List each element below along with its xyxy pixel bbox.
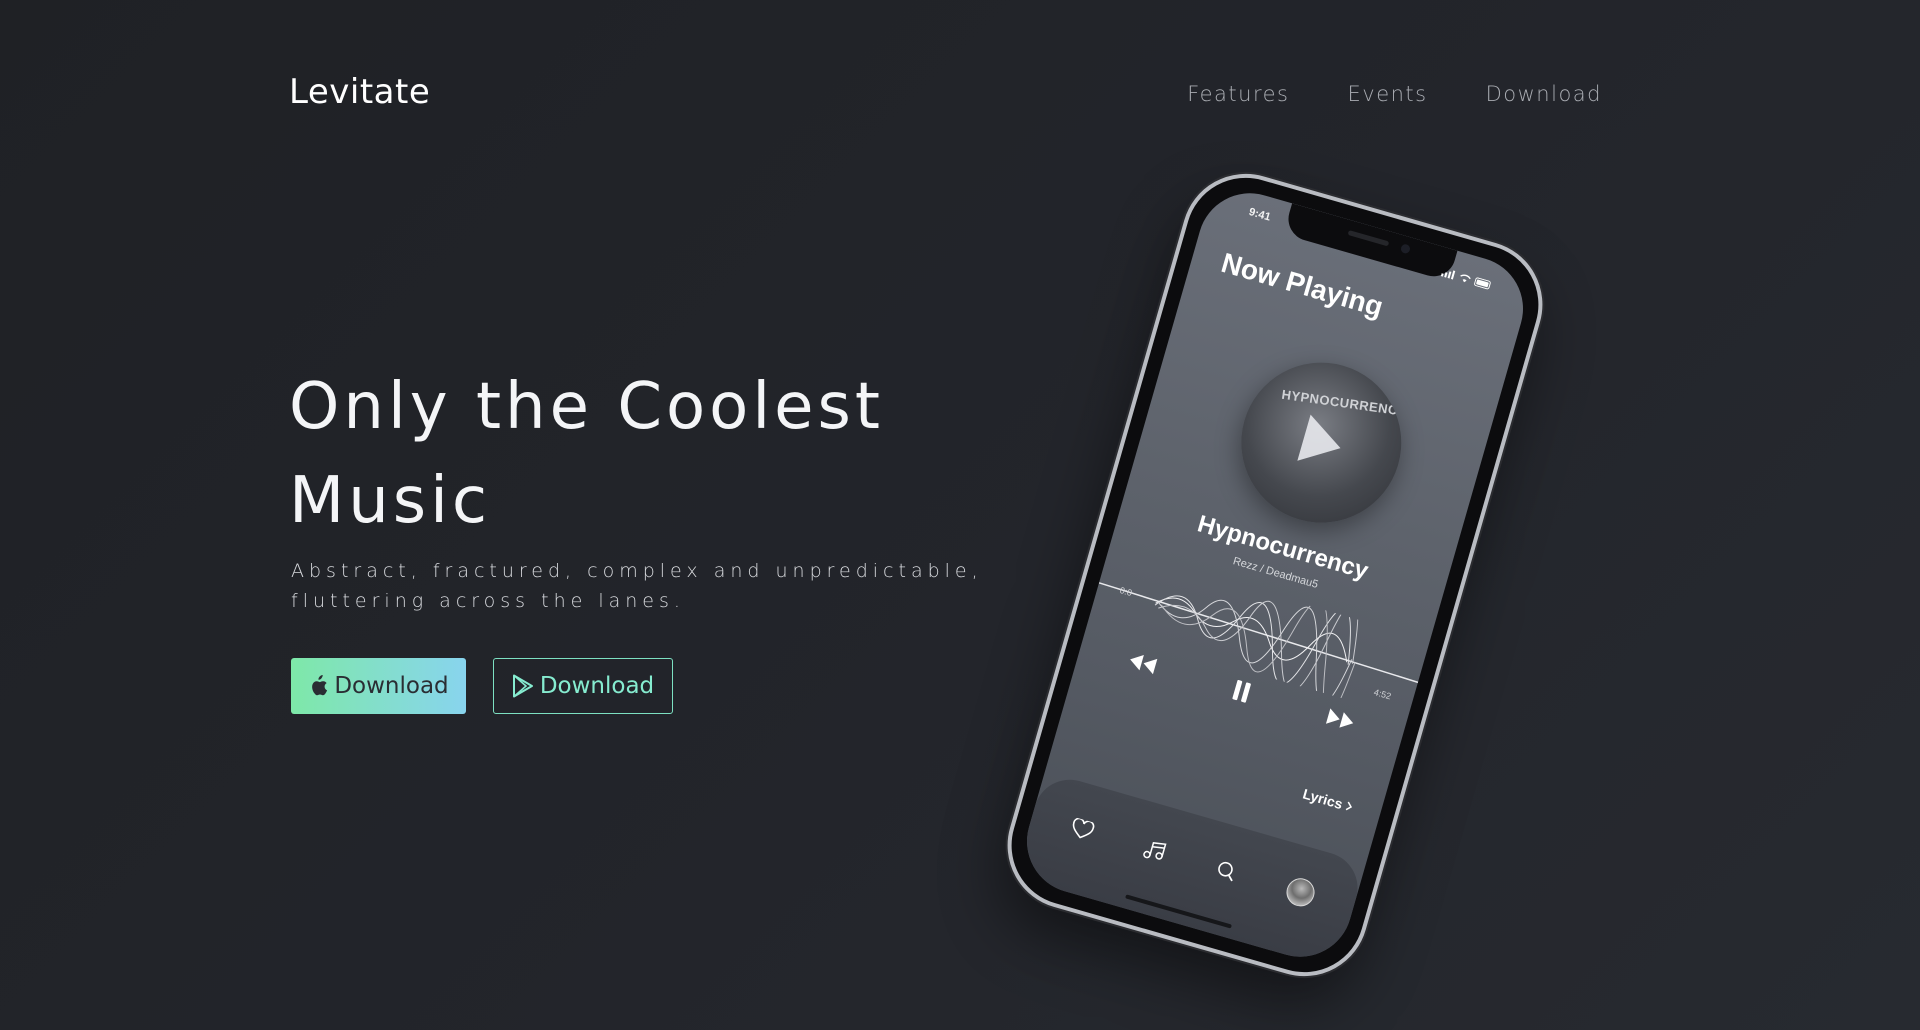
hero-title-line1: Only the Coolest <box>289 370 884 444</box>
play-icon[interactable] <box>1297 414 1348 472</box>
heart-icon[interactable] <box>1069 817 1096 842</box>
google-play-download-label: Download <box>539 673 655 699</box>
wifi-icon <box>1457 269 1473 290</box>
phone-frame: 9:41 Now Playing HYPNOCURRENCY Hypnocurr… <box>992 158 1558 992</box>
app-store-download-label: Download <box>334 673 449 699</box>
phone-mockup: 9:41 Now Playing HYPNOCURRENCY Hypnocurr… <box>992 158 1558 992</box>
avatar[interactable] <box>1283 875 1319 910</box>
battery-icon <box>1472 273 1494 295</box>
album-art-text: HYPNOCURRENCY <box>1280 386 1408 420</box>
nav-link-events[interactable]: Events <box>1348 82 1428 106</box>
search-icon[interactable] <box>1214 859 1239 884</box>
nav-link-download[interactable]: Download <box>1486 82 1602 106</box>
google-play-icon <box>512 674 534 698</box>
landing-page: Levitate Features Events Download Only t… <box>0 0 1920 1030</box>
fast-forward-icon[interactable] <box>1325 707 1357 732</box>
status-icons <box>1439 264 1494 296</box>
app-store-download-button[interactable]: Download <box>291 658 466 714</box>
hero-subtitle: Abstract, fractured, complex and unpredi… <box>291 556 991 616</box>
phone-screen: 9:41 Now Playing HYPNOCURRENCY Hypnocurr… <box>1014 180 1536 970</box>
google-play-download-button[interactable]: Download <box>493 658 673 714</box>
rewind-icon[interactable] <box>1127 650 1159 675</box>
apple-icon <box>308 675 328 697</box>
lyrics-label: Lyrics <box>1301 785 1345 813</box>
hero-subtitle-line2: fluttering across the lanes. <box>291 590 685 612</box>
pause-icon[interactable] <box>1230 678 1253 704</box>
nav-link-features[interactable]: Features <box>1187 82 1289 106</box>
hero-title-line2: Music <box>289 464 492 538</box>
hero-title: Only the Coolest Music <box>289 360 989 548</box>
logo[interactable]: Levitate <box>289 72 430 112</box>
profile-avatar-image <box>1283 875 1319 910</box>
chevron-right-icon <box>1344 798 1355 815</box>
main-nav: Features Events Download <box>1187 82 1602 106</box>
now-playing-heading: Now Playing <box>1218 246 1387 323</box>
album-art[interactable]: HYPNOCURRENCY <box>1222 343 1421 542</box>
status-time: 9:41 <box>1247 206 1272 224</box>
music-note-icon[interactable] <box>1141 837 1168 864</box>
lyrics-link[interactable]: Lyrics <box>1301 786 1355 816</box>
hero-subtitle-line1: Abstract, fractured, complex and unpredi… <box>291 560 983 582</box>
